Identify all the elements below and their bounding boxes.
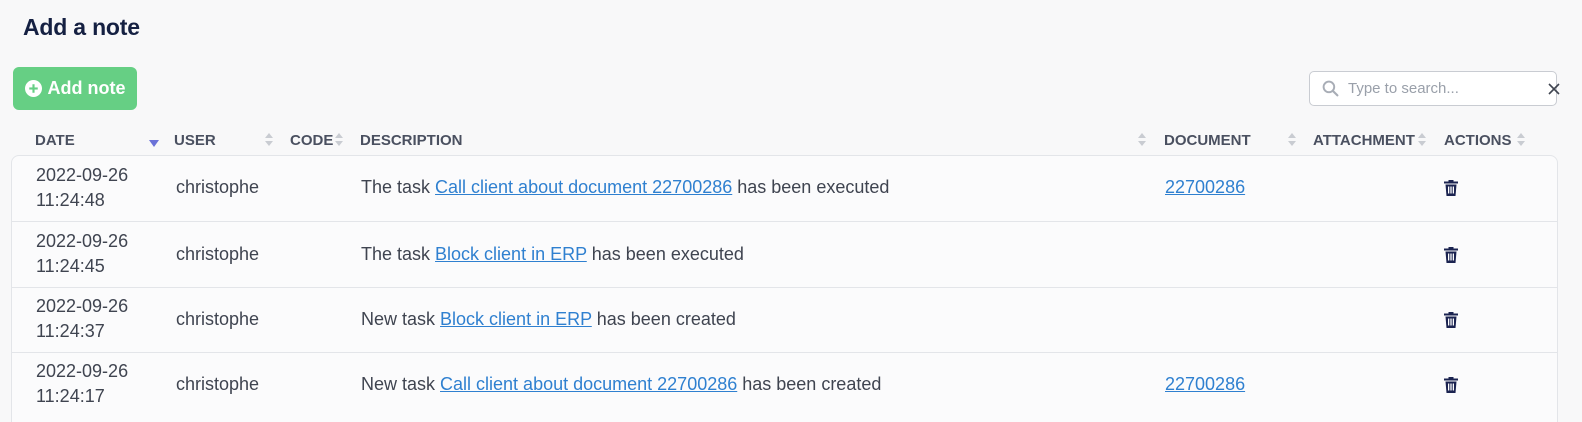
sort-arrows-icon[interactable]	[1137, 130, 1147, 150]
date-value: 2022-09-26	[36, 361, 129, 381]
description-text: has been created	[737, 374, 882, 394]
time-value: 11:24:17	[36, 386, 105, 406]
date-cell: 2022-09-26 11:24:37	[36, 294, 156, 344]
time-value: 11:24:37	[36, 321, 105, 341]
document-link[interactable]: 22700286	[1165, 374, 1245, 394]
close-icon[interactable]	[1547, 82, 1561, 96]
description-cell: New task Block client in ERP has been cr…	[361, 307, 736, 332]
table-row: 2022-09-26 11:24:48 christophe The task …	[11, 155, 1558, 221]
time-value: 11:24:45	[36, 256, 105, 276]
add-note-label: Add note	[47, 78, 126, 98]
document-cell: 22700286	[1165, 372, 1245, 397]
sort-arrows-icon[interactable]	[264, 130, 274, 150]
description-text: New task	[361, 374, 441, 394]
delete-button[interactable]	[1444, 178, 1462, 196]
column-header-actions[interactable]: ACTIONS	[1444, 131, 1512, 149]
user-cell: christophe	[176, 244, 260, 264]
task-link[interactable]: Call client about document 22700286	[435, 177, 732, 197]
search-input[interactable]	[1348, 80, 1547, 97]
column-header-date[interactable]: DATE	[35, 131, 75, 149]
date-value: 2022-09-26	[36, 165, 129, 185]
user-cell: christophe	[176, 374, 260, 394]
sort-arrows-icon[interactable]	[1516, 130, 1526, 150]
column-header-attachment[interactable]: ATTACHMENT	[1313, 131, 1415, 149]
task-link[interactable]: Block client in ERP	[435, 244, 587, 264]
user-cell: christophe	[176, 177, 260, 197]
description-text: New task	[361, 309, 441, 329]
sort-descending-icon[interactable]	[149, 130, 159, 150]
column-header-user[interactable]: USER	[174, 131, 216, 149]
description-cell: The task Block client in ERP has been ex…	[361, 242, 744, 267]
plus-circle-icon	[24, 80, 42, 97]
trash-icon	[1444, 180, 1458, 196]
description-text: The task	[361, 244, 436, 264]
trash-icon	[1444, 312, 1458, 328]
description-text: has been executed	[732, 177, 890, 197]
description-text: The task	[361, 177, 436, 197]
search-box	[1309, 71, 1560, 106]
task-link[interactable]: Block client in ERP	[440, 309, 592, 329]
date-cell: 2022-09-26 11:24:17	[36, 359, 156, 409]
document-cell: 22700286	[1165, 175, 1245, 200]
description-cell: New task Call client about document 2270…	[361, 372, 881, 397]
date-cell: 2022-09-26 11:24:48	[36, 163, 156, 213]
delete-button[interactable]	[1444, 245, 1462, 263]
description-text: has been executed	[586, 244, 744, 264]
trash-icon	[1444, 247, 1458, 263]
document-link[interactable]: 22700286	[1165, 177, 1245, 197]
search-icon	[1322, 80, 1339, 97]
trash-icon	[1444, 377, 1458, 393]
table-row: 2022-09-26 11:24:17 christophe New task …	[11, 352, 1558, 418]
sort-arrows-icon[interactable]	[1287, 130, 1297, 150]
column-header-description[interactable]: DESCRIPTION	[360, 131, 463, 149]
page-title: Add a note	[23, 14, 140, 40]
delete-button[interactable]	[1444, 310, 1462, 328]
task-link[interactable]: Call client about document 22700286	[440, 374, 737, 394]
sort-arrows-icon[interactable]	[1417, 130, 1427, 150]
sort-arrows-icon[interactable]	[334, 130, 344, 150]
column-header-code[interactable]: CODE	[290, 131, 333, 149]
column-header-document[interactable]: DOCUMENT	[1164, 131, 1251, 149]
user-cell: christophe	[176, 309, 260, 329]
time-value: 11:24:48	[36, 190, 105, 210]
description-cell: The task Call client about document 2270…	[361, 175, 889, 200]
date-value: 2022-09-26	[36, 231, 129, 251]
date-value: 2022-09-26	[36, 296, 129, 316]
table-row: 2022-09-26 11:24:45 christophe The task …	[11, 221, 1558, 287]
date-cell: 2022-09-26 11:24:45	[36, 229, 156, 279]
description-text: has been created	[591, 309, 736, 329]
delete-button[interactable]	[1444, 375, 1462, 393]
add-note-button[interactable]: Add note	[13, 67, 137, 110]
table-row: 2022-09-26 11:24:37 christophe New task …	[11, 287, 1558, 353]
